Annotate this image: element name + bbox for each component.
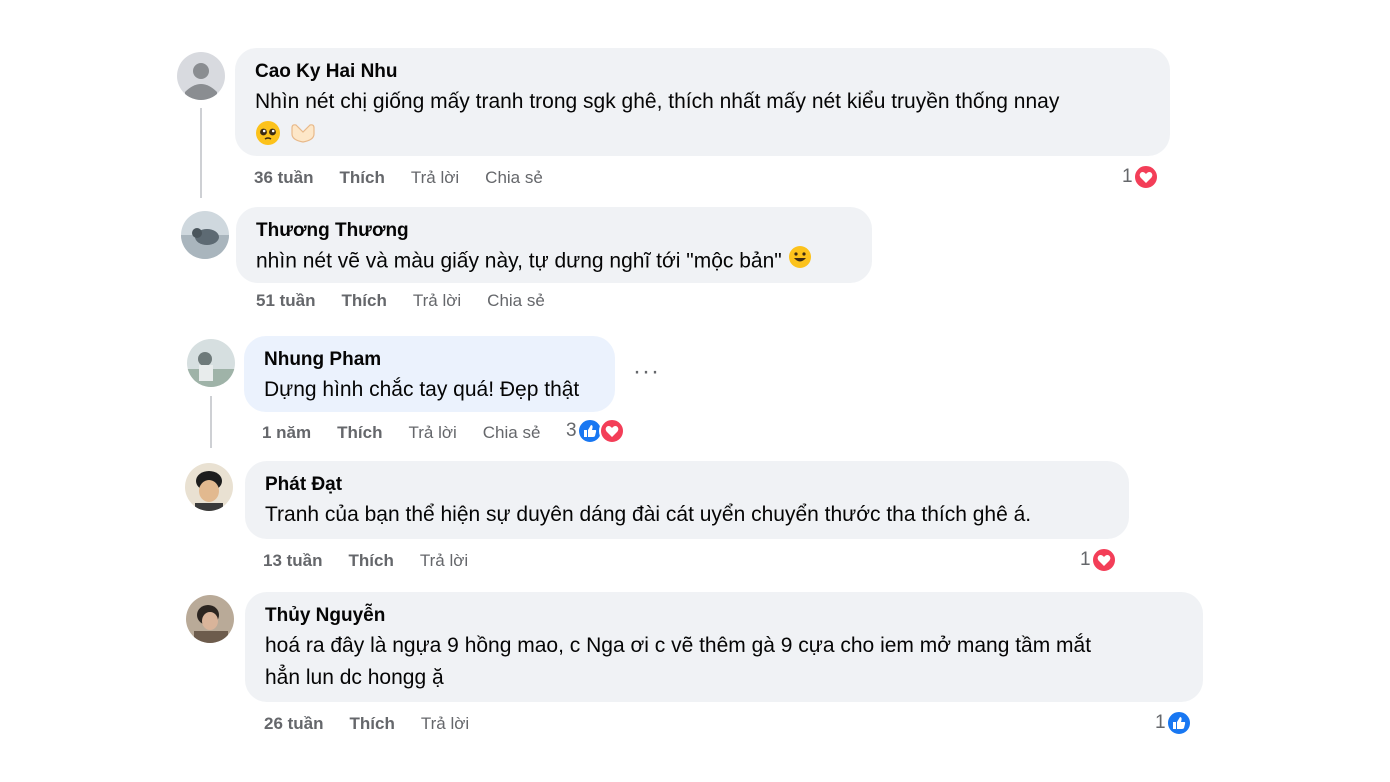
reply-button[interactable]: Trả lời: [421, 714, 469, 734]
comment-bubble: Thương Thương nhìn nét vẽ và màu giấy nà…: [236, 207, 872, 283]
like-reaction-icon: [1165, 710, 1192, 736]
avatar-thuong-thuong[interactable]: [181, 211, 229, 259]
comment-time[interactable]: 51 tuần: [256, 291, 316, 311]
profile-photo-icon: [187, 339, 235, 387]
avatar-phat-dat[interactable]: [185, 463, 233, 511]
comment-time[interactable]: 13 tuần: [263, 551, 323, 571]
smiling-face-emoji: [788, 245, 812, 279]
reply-button[interactable]: Trả lời: [413, 291, 461, 311]
reply-button[interactable]: Trả lời: [420, 551, 468, 571]
comment-text: Nhìn nét chị giống mấy tranh trong sgk g…: [255, 90, 1060, 113]
share-button[interactable]: Chia sẻ: [485, 168, 543, 188]
comment-actions: 1 năm Thích Trả lời Chia sẻ: [262, 423, 566, 443]
heart-reaction-icon: [1090, 547, 1117, 573]
reaction-count: 1: [1122, 166, 1133, 187]
reaction-summary[interactable]: 1: [1122, 164, 1159, 190]
comment-author[interactable]: Cao Ky Hai Nhu: [255, 60, 1150, 84]
profile-photo-icon: [181, 211, 229, 259]
comment-text: nhìn nét vẽ và màu giấy này, tự dưng ngh…: [256, 245, 852, 279]
default-avatar-icon: [177, 52, 225, 100]
share-button[interactable]: Chia sẻ: [483, 423, 541, 443]
share-button[interactable]: Chia sẻ: [487, 291, 545, 311]
comment-emojis: [255, 120, 1150, 151]
comment-bubble: Cao Ky Hai Nhu Nhìn nét chị giống mấy tr…: [235, 48, 1170, 156]
like-button[interactable]: Thích: [340, 168, 385, 188]
comment-actions: 51 tuần Thích Trả lời Chia sẻ: [256, 291, 571, 311]
comment-author[interactable]: Thủy Nguyễn: [265, 604, 1183, 628]
pleading-face-emoji: [255, 120, 281, 151]
comment-time[interactable]: 36 tuần: [254, 168, 314, 188]
profile-photo-icon: [186, 595, 234, 643]
avatar-thuy-nguyen[interactable]: [186, 595, 234, 643]
heart-reaction-icon: [598, 418, 625, 444]
reaction-count: 3: [566, 420, 577, 441]
comment-text-line-2: hẳn lun dc hongg ặ: [265, 666, 444, 689]
comment-actions: 36 tuần Thích Trả lời Chia sẻ: [254, 168, 569, 188]
profile-photo-icon: [185, 463, 233, 511]
comment-actions: 13 tuần Thích Trả lời: [263, 551, 494, 571]
comment-text: Dựng hình chắc tay quá! Đẹp thật: [264, 378, 580, 401]
reaction-summary[interactable]: 1: [1080, 547, 1117, 573]
reaction-count: 1: [1080, 549, 1091, 570]
reaction-summary[interactable]: 3: [566, 418, 625, 444]
heart-reaction-icon: [1132, 164, 1159, 190]
reaction-count: 1: [1155, 712, 1166, 733]
comment-bubble: Phát Đạt Tranh của bạn thể hiện sự duyên…: [245, 461, 1129, 539]
reply-button[interactable]: Trả lời: [411, 168, 459, 188]
comment-author[interactable]: Nhung Pham: [264, 348, 595, 372]
like-button[interactable]: Thích: [342, 291, 387, 311]
comment-bubble-highlighted: Nhung Pham Dựng hình chắc tay quá! Đẹp t…: [244, 336, 615, 412]
avatar-default[interactable]: [177, 52, 225, 100]
thread-line: [210, 396, 212, 448]
heart-hands-emoji: [289, 122, 317, 149]
reaction-summary[interactable]: 1: [1155, 710, 1192, 736]
comment-actions: 26 tuần Thích Trả lời: [264, 714, 495, 734]
thread-line: [200, 108, 202, 198]
like-button[interactable]: Thích: [337, 423, 382, 443]
like-button[interactable]: Thích: [349, 551, 394, 571]
like-button[interactable]: Thích: [350, 714, 395, 734]
comment-author[interactable]: Thương Thương: [256, 219, 852, 243]
comment-text-content: nhìn nét vẽ và màu giấy này, tự dưng ngh…: [256, 249, 782, 273]
comment-time[interactable]: 1 năm: [262, 423, 311, 443]
more-options-button[interactable]: ···: [633, 358, 660, 386]
comment-text: Tranh của bạn thể hiện sự duyên dáng đài…: [265, 503, 1032, 526]
comment-text-line-1: hoá ra đây là ngựa 9 hồng mao, c Nga ơi …: [265, 634, 1092, 657]
reply-button[interactable]: Trả lời: [408, 423, 456, 443]
comment-bubble: Thủy Nguyễn hoá ra đây là ngựa 9 hồng ma…: [245, 592, 1203, 702]
avatar-nhung-pham[interactable]: [187, 339, 235, 387]
comment-time[interactable]: 26 tuần: [264, 714, 324, 734]
comment-author[interactable]: Phát Đạt: [265, 473, 1109, 497]
